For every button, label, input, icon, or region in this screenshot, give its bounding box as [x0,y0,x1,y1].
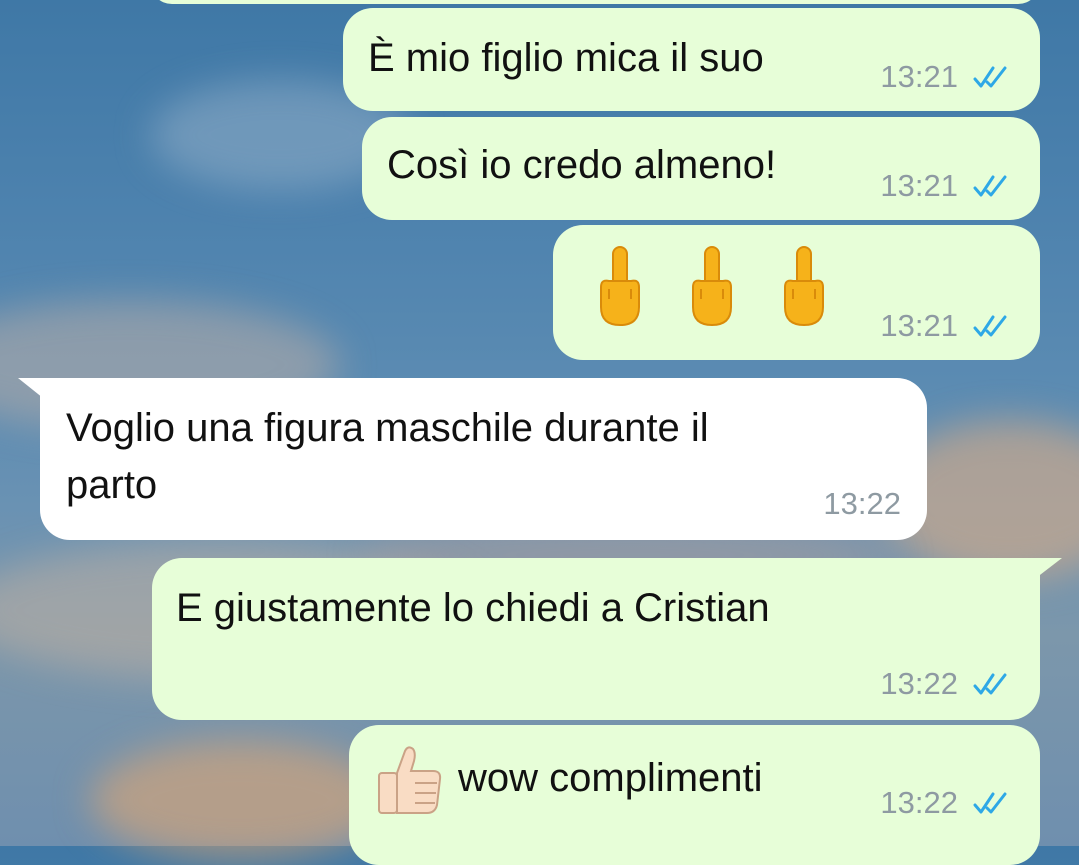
message-meta: 13:22 [823,486,901,522]
read-receipt-icon [973,175,1007,197]
message-text-line: Voglio una figura maschile durante il [66,406,709,450]
message-time: 13:22 [823,486,901,521]
message-text: E giustamente lo chiedi a Cristian [176,586,770,630]
read-receipt-icon [973,673,1007,695]
read-receipt-icon [973,315,1007,337]
read-receipt-icon [973,792,1007,814]
message-meta: 13:21 [880,168,1016,204]
message-time: 13:21 [880,168,958,203]
message-time: 13:21 [880,59,958,94]
message-text-line: parto [66,463,158,507]
message-meta: 13:22 [880,666,1016,702]
message-meta: 13:21 [880,59,1016,95]
message-bubble-incoming[interactable]: Voglio una figura maschile durante il pa… [40,378,927,540]
message-meta: 13:21 [880,308,1016,344]
message-bubble-outgoing[interactable]: Così io credo almeno! 13:21 [362,117,1040,220]
message-bubble-partial[interactable] [150,0,1040,4]
message-bubble-outgoing[interactable]: wow complimenti 13:22 [349,725,1040,865]
message-time: 13:22 [880,785,958,820]
message-bubble-outgoing[interactable]: 13:21 [553,225,1040,360]
message-bubble-outgoing[interactable]: È mio figlio mica il suo 13:21 [343,8,1040,111]
message-text: Così io credo almeno! [387,143,777,187]
read-receipt-icon [973,66,1007,88]
message-time: 13:22 [880,666,958,701]
middle-finger-emoji [692,246,732,327]
emoji-row [595,245,829,327]
message-meta: 13:22 [880,785,1016,821]
message-text: È mio figlio mica il suo [368,36,764,80]
thumbs-up-emoji [378,746,442,814]
message-text: wow complimenti [458,756,763,800]
middle-finger-emoji [600,246,640,327]
message-bubble-outgoing[interactable]: E giustamente lo chiedi a Cristian 13:22 [152,558,1040,720]
message-time: 13:21 [880,308,958,343]
middle-finger-emoji [784,246,824,327]
